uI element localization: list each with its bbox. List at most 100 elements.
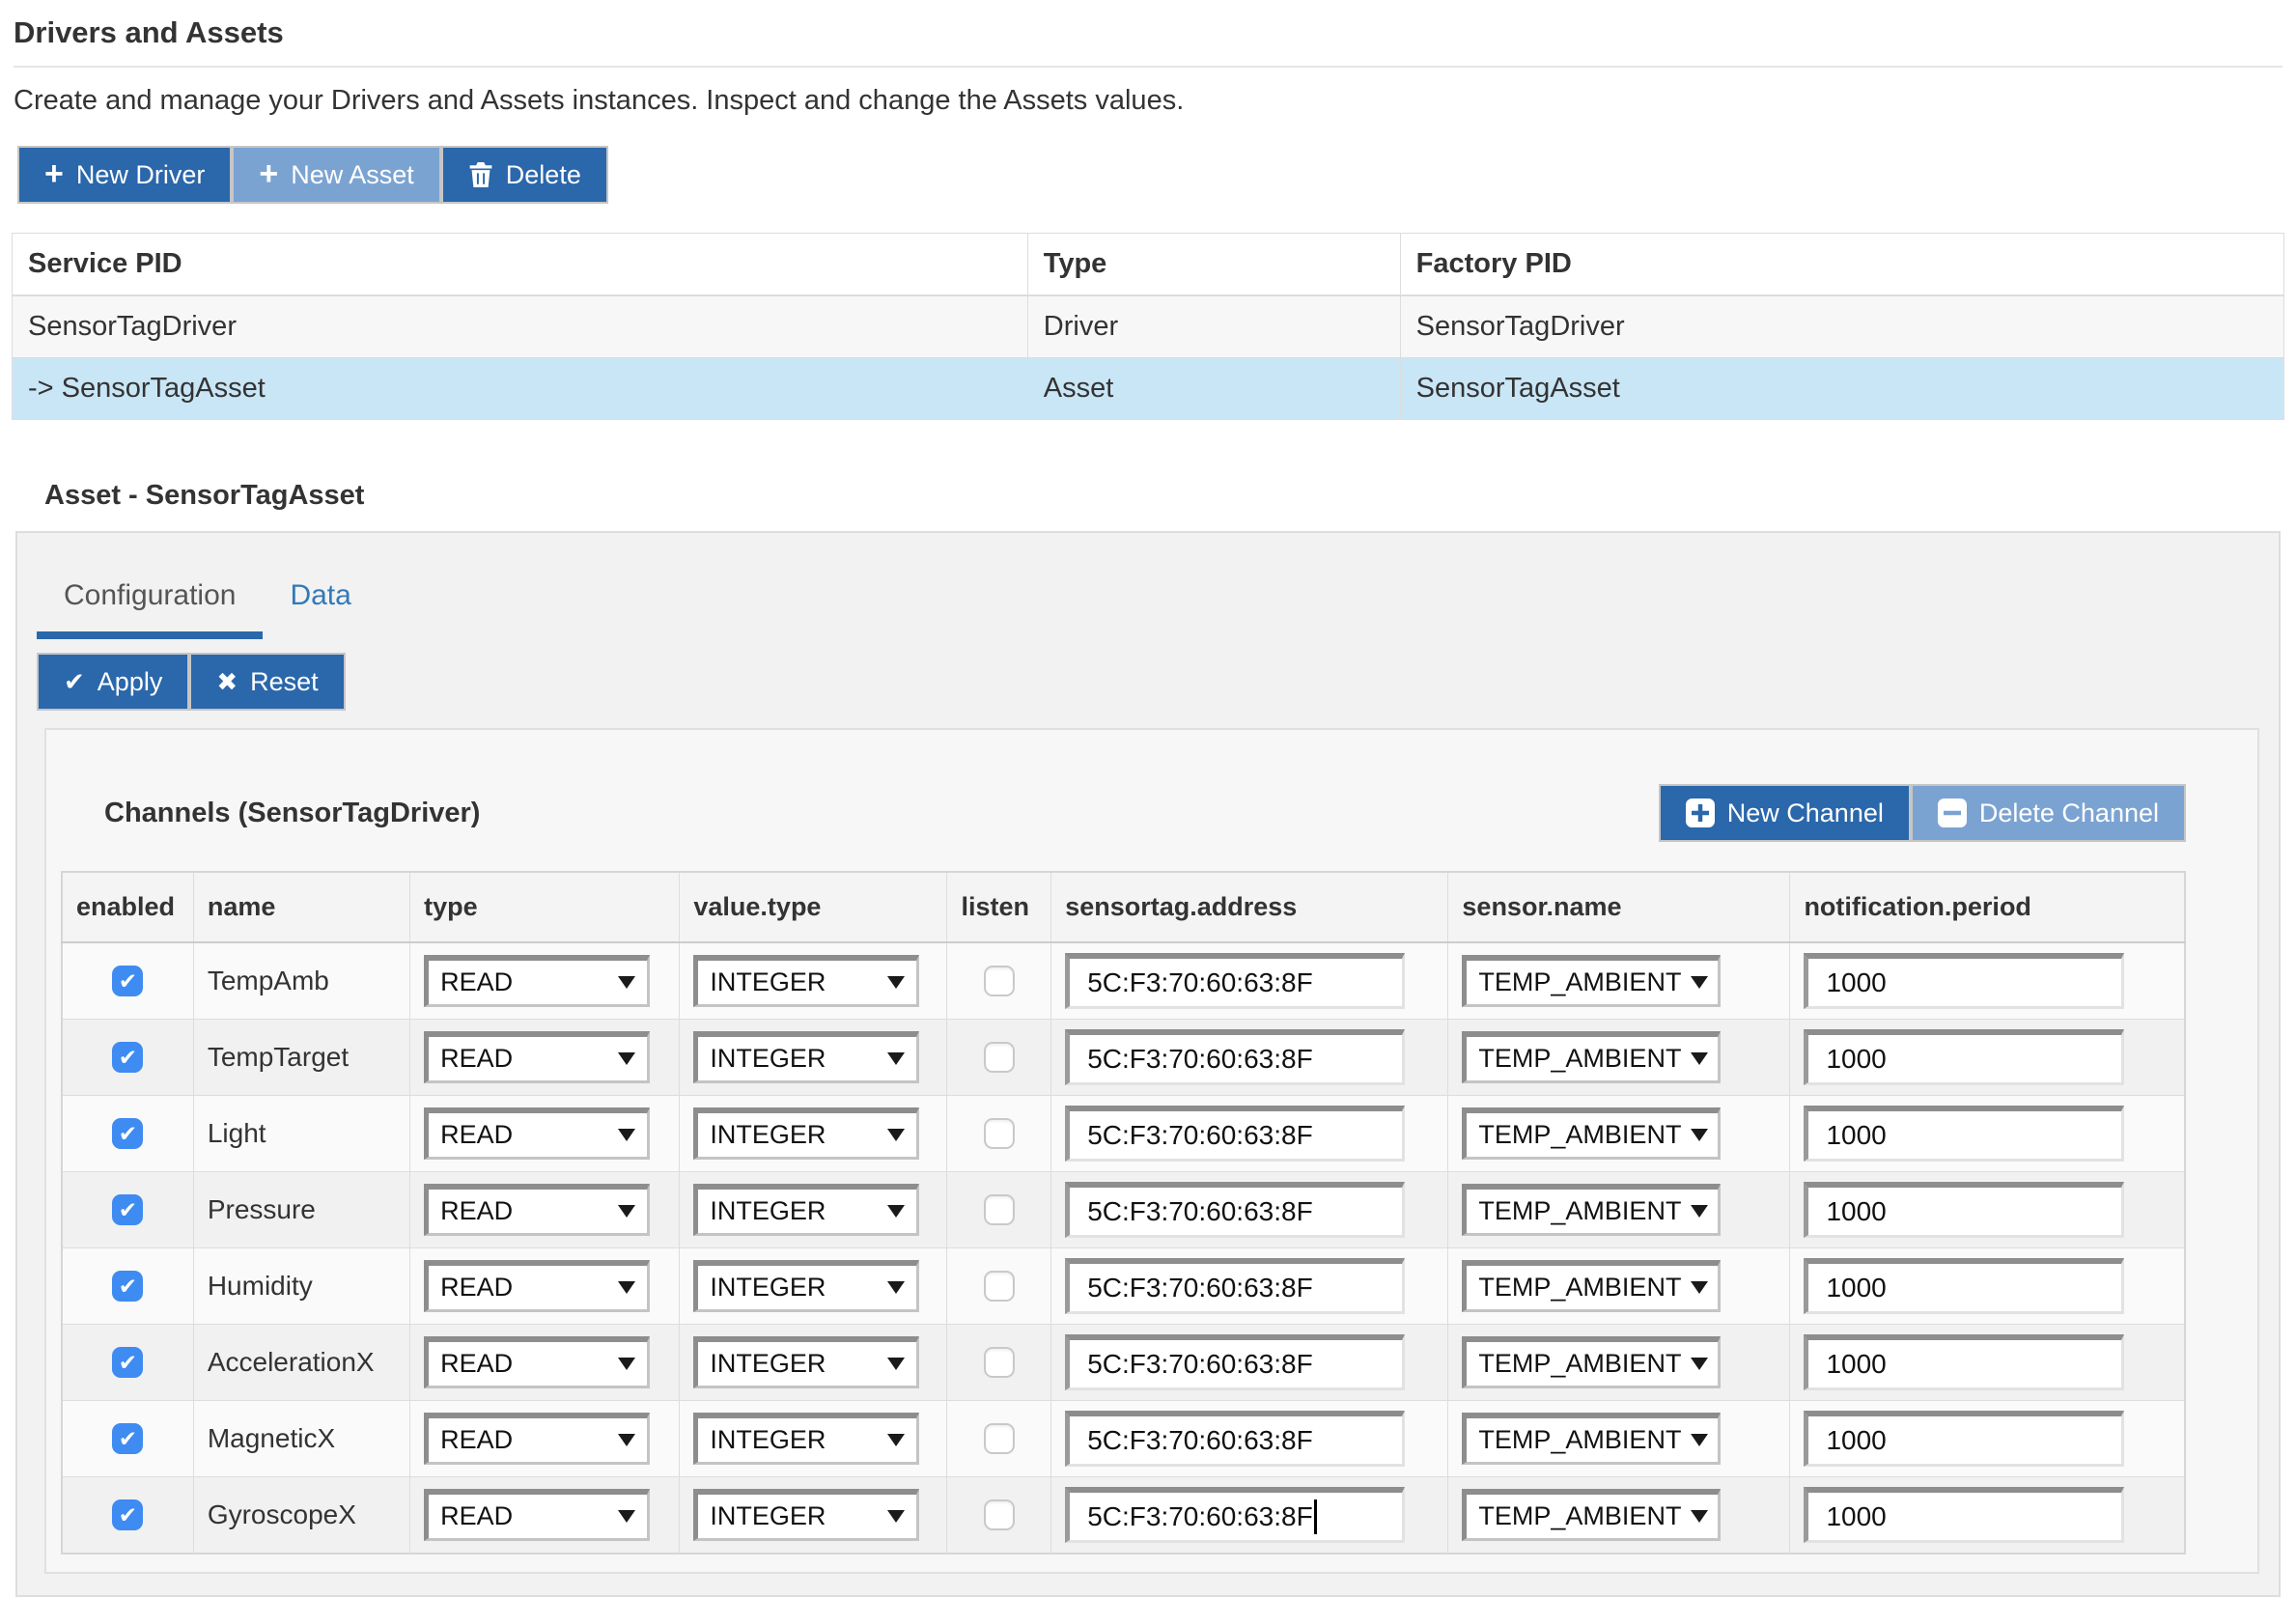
notification-period-input[interactable]: 1000 — [1804, 1182, 2125, 1238]
sensor-name-select[interactable]: TEMP_AMBIENT — [1462, 955, 1722, 1007]
type-select[interactable]: READ — [424, 955, 651, 1007]
enabled-checkbox[interactable]: ✔ — [112, 1499, 144, 1530]
check-icon: ✔ — [118, 1273, 138, 1299]
value-type-select[interactable]: INTEGER — [693, 1031, 920, 1083]
factory-pid-cell: SensorTagAsset — [1399, 357, 2285, 420]
channel-row: ✔ Light READ INTEGER 5C:F3:70:60:63:8F T… — [61, 1095, 2186, 1172]
channel-row: ✔ TempAmb READ INTEGER 5C:F3:70:60:63:8F — [61, 941, 2186, 1020]
tab-configuration[interactable]: Configuration — [37, 568, 264, 639]
chevron-down-icon — [1691, 1281, 1709, 1294]
new-asset-button[interactable]: + New Asset — [232, 146, 441, 204]
check-icon: ✔ — [118, 1120, 138, 1146]
column-header-name: name — [192, 871, 411, 943]
enabled-checkbox[interactable]: ✔ — [112, 966, 144, 996]
sensortag-address-input[interactable]: 5C:F3:70:60:63:8F — [1065, 1106, 1406, 1162]
channels-table: enabled name type value.type listen sens… — [61, 871, 2186, 1555]
sensortag-address-input[interactable]: 5C:F3:70:60:63:8F — [1065, 1334, 1406, 1390]
sensor-name-select[interactable]: TEMP_AMBIENT — [1462, 1489, 1722, 1541]
value-type-select[interactable]: INTEGER — [693, 1489, 920, 1541]
sensor-name-select[interactable]: TEMP_AMBIENT — [1462, 1107, 1722, 1160]
type-select[interactable]: READ — [424, 1107, 651, 1160]
value-type-select[interactable]: INTEGER — [693, 955, 920, 1007]
sensor-name-select[interactable]: TEMP_AMBIENT — [1462, 1413, 1722, 1465]
check-icon: ✔ — [118, 1044, 138, 1070]
listen-checkbox[interactable] — [983, 1499, 1015, 1530]
channels-section: Channels (SensorTagDriver) New Channel D… — [44, 728, 2259, 1574]
notification-period-input[interactable]: 1000 — [1804, 1487, 2125, 1543]
channel-name-cell: TempAmb — [192, 941, 411, 1020]
value-type-select[interactable]: INTEGER — [693, 1336, 920, 1388]
listen-checkbox[interactable] — [983, 966, 1015, 996]
instance-row-driver[interactable]: SensorTagDriver Driver SensorTagDriver — [12, 294, 2285, 358]
channel-row: ✔ Pressure READ INTEGER 5C:F3:70:60:63:8… — [61, 1171, 2186, 1248]
new-channel-button[interactable]: New Channel — [1658, 784, 1911, 842]
type-select[interactable]: READ — [424, 1336, 651, 1388]
reset-button[interactable]: ✖ Reset — [189, 653, 346, 711]
type-select[interactable]: READ — [424, 1489, 651, 1541]
tab-data[interactable]: Data — [263, 568, 378, 639]
channel-name-cell: AccelerationX — [192, 1324, 411, 1401]
enabled-checkbox[interactable]: ✔ — [112, 1423, 144, 1454]
listen-checkbox[interactable] — [983, 1194, 1015, 1225]
service-pid-cell: -> SensorTagAsset — [12, 357, 1028, 420]
sensor-name-select[interactable]: TEMP_AMBIENT — [1462, 1184, 1722, 1236]
instances-table: Service PID Type Factory PID SensorTagDr… — [12, 233, 2285, 420]
notification-period-input[interactable]: 1000 — [1804, 1106, 2125, 1162]
apply-button[interactable]: ✔ Apply — [37, 653, 190, 711]
column-header-service-pid: Service PID — [12, 233, 1028, 296]
sensortag-address-input[interactable]: 5C:F3:70:60:63:8F — [1065, 1182, 1406, 1238]
value-type-select[interactable]: INTEGER — [693, 1184, 920, 1236]
page-header: Drivers and Assets — [14, 15, 2282, 68]
channel-row: ✔ Humidity READ INTEGER 5C:F3:70:60:63:8… — [61, 1247, 2186, 1325]
instance-row-asset-selected[interactable]: -> SensorTagAsset Asset SensorTagAsset — [12, 357, 2285, 420]
enabled-checkbox[interactable]: ✔ — [112, 1118, 144, 1149]
enabled-checkbox[interactable]: ✔ — [112, 1194, 144, 1225]
listen-checkbox[interactable] — [983, 1271, 1015, 1302]
delete-button[interactable]: Delete — [440, 146, 608, 204]
delete-channel-button[interactable]: Delete Channel — [1910, 784, 2186, 842]
notification-period-input[interactable]: 1000 — [1804, 1411, 2125, 1467]
page-description: Create and manage your Drivers and Asset… — [14, 85, 1185, 116]
chevron-down-icon — [887, 1358, 906, 1370]
sensor-name-select[interactable]: TEMP_AMBIENT — [1462, 1260, 1722, 1312]
channel-row: ✔ AccelerationX READ INTEGER 5C:F3:70:60… — [61, 1324, 2186, 1401]
chevron-down-icon — [1691, 1205, 1709, 1218]
chevron-down-icon — [887, 1510, 906, 1523]
notification-period-input[interactable]: 1000 — [1804, 1029, 2125, 1085]
sensortag-address-input[interactable]: 5C:F3:70:60:63:8F — [1065, 1029, 1406, 1085]
new-driver-button[interactable]: + New Driver — [17, 146, 233, 204]
enabled-checkbox[interactable]: ✔ — [112, 1347, 144, 1378]
listen-checkbox[interactable] — [983, 1423, 1015, 1454]
sensortag-address-input[interactable]: 5C:F3:70:60:63:8F — [1065, 1487, 1406, 1543]
sensor-name-select[interactable]: TEMP_AMBIENT — [1462, 1336, 1722, 1388]
column-header-value-type: value.type — [679, 871, 948, 943]
notification-period-input[interactable]: 1000 — [1804, 1258, 2125, 1314]
column-header-notification-period: notification.period — [1789, 871, 2186, 943]
type-select[interactable]: READ — [424, 1031, 651, 1083]
listen-checkbox[interactable] — [983, 1042, 1015, 1073]
sensortag-address-input[interactable]: 5C:F3:70:60:63:8F — [1065, 1411, 1406, 1467]
listen-checkbox[interactable] — [983, 1118, 1015, 1149]
channel-row: ✔ TempTarget READ INTEGER 5C:F3:70:60:63… — [61, 1019, 2186, 1096]
channel-name-cell: GyroscopeX — [192, 1476, 411, 1555]
service-pid-cell: SensorTagDriver — [12, 294, 1028, 358]
sensortag-address-input[interactable]: 5C:F3:70:60:63:8F — [1065, 1258, 1406, 1314]
value-type-select[interactable]: INTEGER — [693, 1107, 920, 1160]
notification-period-input[interactable]: 1000 — [1804, 1334, 2125, 1390]
sensor-name-select[interactable]: TEMP_AMBIENT — [1462, 1031, 1722, 1083]
listen-checkbox[interactable] — [983, 1347, 1015, 1378]
notification-period-input[interactable]: 1000 — [1804, 953, 2125, 1009]
type-select[interactable]: READ — [424, 1260, 651, 1312]
chevron-down-icon — [887, 1052, 906, 1065]
enabled-checkbox[interactable]: ✔ — [112, 1042, 144, 1073]
type-cell: Asset — [1026, 357, 1401, 420]
value-type-select[interactable]: INTEGER — [693, 1413, 920, 1465]
value-type-select[interactable]: INTEGER — [693, 1260, 920, 1312]
check-icon: ✔ — [118, 967, 138, 994]
type-select[interactable]: READ — [424, 1413, 651, 1465]
sensortag-address-input[interactable]: 5C:F3:70:60:63:8F — [1065, 953, 1406, 1009]
chevron-down-icon — [618, 1052, 636, 1065]
type-select[interactable]: READ — [424, 1184, 651, 1236]
plus-icon: + — [44, 154, 64, 192]
enabled-checkbox[interactable]: ✔ — [112, 1271, 144, 1302]
